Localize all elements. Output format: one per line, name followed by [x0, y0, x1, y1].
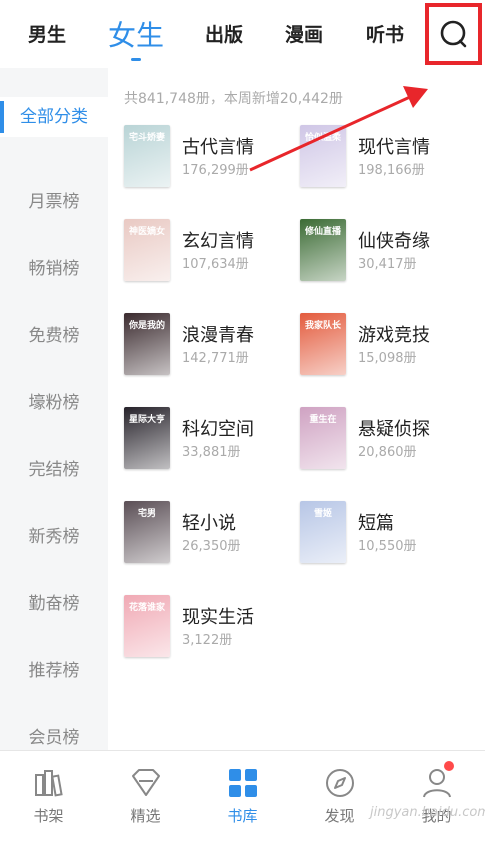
catalog-summary: 共841,748册，本周新增20,442册 [124, 91, 343, 107]
cover-title: 星际大亨 [128, 415, 165, 425]
category-count: 10,550册 [358, 539, 417, 554]
nav-profile[interactable]: 我的 [388, 751, 485, 850]
diamond-icon [132, 769, 160, 796]
category-name: 现代言情 [358, 137, 430, 158]
book-cover: 花落谁家 [124, 595, 170, 657]
sidebar-item-new-talent[interactable]: 新秀榜 [0, 517, 108, 557]
category-name: 游戏竞技 [358, 325, 430, 346]
category-count: 20,860册 [358, 445, 417, 460]
book-cover: 神医嫡女 [124, 219, 170, 281]
cover-title: 重生在 [309, 415, 337, 425]
category-count: 26,350册 [182, 539, 241, 554]
sidebar: 全部分类 月票榜 畅销榜 免费榜 壕粉榜 完结榜 新秀榜 勤奋榜 推荐榜 会员榜 [0, 68, 108, 750]
book-cover: 宅斗娇妻 [124, 125, 170, 187]
sidebar-item-bestseller[interactable]: 畅销榜 [0, 249, 108, 289]
top-tab-bar: 男生 女生 出版 漫画 听书 [0, 0, 485, 68]
category-count: 33,881册 [182, 445, 241, 460]
bookshelf-icon [35, 770, 63, 797]
nav-featured[interactable]: 精选 [97, 751, 194, 850]
category-count: 142,771册 [182, 351, 249, 366]
cover-title: 恰似温柔 [304, 133, 341, 143]
sidebar-item-member[interactable]: 会员榜 [0, 718, 108, 750]
cover-title: 你是我的 [128, 321, 165, 331]
book-cover: 星际大亨 [124, 407, 170, 469]
book-cover: 雪姬 [300, 501, 346, 563]
bottom-nav: 书架 精选 书库 发现 我的 [0, 750, 485, 850]
cover-title: 宅斗娇妻 [128, 133, 165, 143]
sidebar-item-free[interactable]: 免费榜 [0, 316, 108, 356]
sidebar-item-all-categories[interactable]: 全部分类 [0, 97, 108, 137]
category-item[interactable]: 修仙直播 仙侠奇缘 30,417册 [300, 219, 470, 281]
category-name: 短篇 [358, 513, 394, 534]
category-count: 107,634册 [182, 257, 249, 272]
book-cover: 修仙直播 [300, 219, 346, 281]
tab-publish[interactable]: 出版 [205, 20, 243, 47]
tab-audiobooks[interactable]: 听书 [366, 20, 404, 47]
sidebar-item-top-fans[interactable]: 壕粉榜 [0, 383, 108, 423]
cover-title: 我家队长 [304, 321, 341, 331]
sidebar-item-monthly-ticket[interactable]: 月票榜 [0, 182, 108, 222]
cover-title: 修仙直播 [304, 227, 341, 237]
tab-comics[interactable]: 漫画 [285, 20, 323, 47]
category-name: 轻小说 [182, 513, 236, 534]
book-cover: 你是我的 [124, 313, 170, 375]
category-item[interactable]: 星际大亨 科幻空间 33,881册 [124, 407, 294, 469]
book-cover: 重生在 [300, 407, 346, 469]
sidebar-item-diligent[interactable]: 勤奋榜 [0, 584, 108, 624]
nav-bookshelf[interactable]: 书架 [0, 751, 97, 850]
category-name: 玄幻言情 [182, 231, 254, 252]
notification-badge [444, 761, 454, 771]
category-item[interactable]: 我家队长 游戏竞技 15,098册 [300, 313, 470, 375]
search-button[interactable] [425, 3, 482, 65]
tab-girls[interactable]: 女生 [108, 14, 164, 61]
category-item[interactable]: 恰似温柔 现代言情 198,166册 [300, 125, 470, 187]
category-item[interactable]: 你是我的 浪漫青春 142,771册 [124, 313, 294, 375]
cover-title: 花落谁家 [128, 603, 165, 613]
cover-title: 宅男 [137, 509, 156, 519]
cover-title: 神医嫡女 [128, 227, 165, 237]
book-cover: 宅男 [124, 501, 170, 563]
nav-label: 书架 [33, 807, 64, 825]
book-cover: 我家队长 [300, 313, 346, 375]
app-screen: 男生 女生 出版 漫画 听书 全部分类 月票榜 畅销榜 免费榜 壕粉榜 完结榜 … [0, 0, 485, 850]
category-item[interactable]: 宅男 轻小说 26,350册 [124, 501, 294, 563]
sidebar-item-completed[interactable]: 完结榜 [0, 450, 108, 490]
cover-title: 雪姬 [313, 509, 332, 519]
category-name: 浪漫青春 [182, 325, 254, 346]
tab-boys[interactable]: 男生 [28, 20, 66, 47]
sidebar-item-recommended[interactable]: 推荐榜 [0, 651, 108, 691]
category-item[interactable]: 神医嫡女 玄幻言情 107,634册 [124, 219, 294, 281]
category-count: 15,098册 [358, 351, 417, 366]
category-item[interactable]: 宅斗娇妻 古代言情 176,299册 [124, 125, 294, 187]
category-name: 古代言情 [182, 137, 254, 158]
category-count: 30,417册 [358, 257, 417, 272]
category-name: 现实生活 [182, 607, 254, 628]
book-cover: 恰似温柔 [300, 125, 346, 187]
grid-icon [229, 769, 257, 797]
category-item[interactable]: 雪姬 短篇 10,550册 [300, 501, 470, 563]
category-name: 科幻空间 [182, 419, 254, 440]
watermark: jingyan.baidu.com [370, 805, 485, 820]
nav-label: 书库 [227, 807, 258, 825]
category-item[interactable]: 花落谁家 现实生活 3,122册 [124, 595, 294, 657]
user-icon [423, 769, 451, 798]
compass-icon [326, 769, 354, 797]
category-name: 悬疑侦探 [358, 419, 430, 440]
category-panel: 共841,748册，本周新增20,442册 宅斗娇妻 古代言情 176,299册 恰似… [108, 68, 485, 750]
category-count: 176,299册 [182, 163, 249, 178]
nav-discover[interactable]: 发现 [291, 751, 388, 850]
category-item[interactable]: 重生在 悬疑侦探 20,860册 [300, 407, 470, 469]
nav-library[interactable]: 书库 [194, 751, 291, 850]
category-name: 仙侠奇缘 [358, 231, 430, 252]
search-icon [440, 20, 466, 48]
category-count: 3,122册 [182, 633, 233, 648]
category-count: 198,166册 [358, 163, 425, 178]
nav-label: 精选 [130, 807, 161, 825]
